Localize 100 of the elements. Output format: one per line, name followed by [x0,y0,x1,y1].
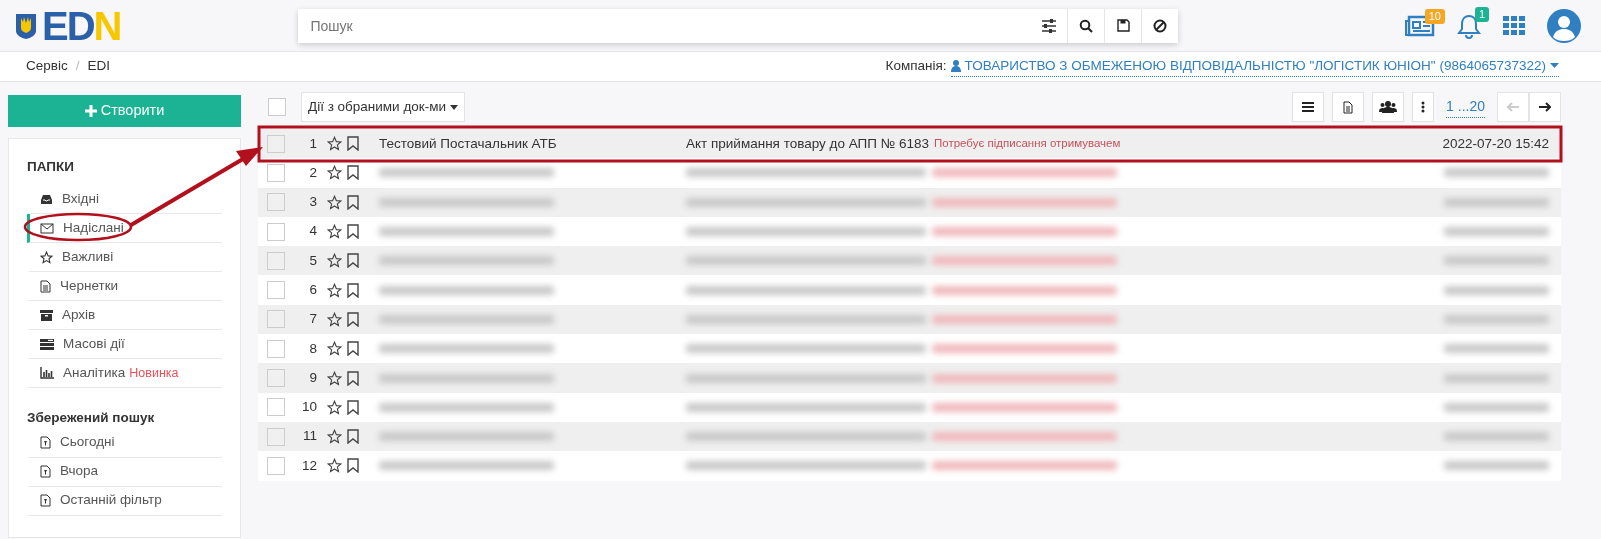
folder-item[interactable]: Важливі [27,243,222,273]
bookmark-icon[interactable] [347,399,359,415]
row-checkbox[interactable] [267,134,285,153]
search-button[interactable] [1067,8,1105,43]
bookmark-icon[interactable] [347,282,359,298]
caret-icon [1550,63,1559,69]
apps-grid-icon[interactable] [1503,15,1525,36]
star-icon[interactable] [327,136,342,152]
folder-label: Масові дії [63,335,125,354]
row-number: 8 [308,339,317,358]
row-number: 7 [308,310,317,329]
star-icon[interactable] [327,341,342,357]
saved-search-item[interactable]: Останній фільтр [27,486,222,516]
arrow-left-icon [1507,102,1519,112]
saved-search-label: Вчора [60,462,99,481]
star-icon[interactable] [327,399,342,415]
bookmark-icon[interactable] [347,165,359,181]
star-icon[interactable] [327,165,342,181]
sender-name: Тестовий Постачальник АТБ [379,134,558,153]
bookmark-icon[interactable] [347,136,359,152]
bookmark-icon[interactable] [347,194,359,210]
document-button[interactable] [1332,92,1365,122]
folder-item[interactable]: Масові дії [27,330,222,360]
saved-search-item[interactable]: Сьогодні [27,428,222,458]
users-button[interactable] [1372,92,1405,122]
star-icon[interactable] [327,224,342,240]
folder-item[interactable]: Аналітика Новинка [27,359,222,389]
row-number: 11 [302,427,317,446]
row-number: 2 [308,163,317,182]
row-checkbox[interactable] [267,310,285,329]
document-title: Акт приймання товару до АПП № 6183 [686,134,929,153]
star-icon[interactable] [327,282,342,298]
search-bar[interactable]: Пошук [298,8,1179,43]
bookmark-icon[interactable] [347,224,359,240]
row-checkbox[interactable] [267,427,285,446]
star-icon[interactable] [327,458,342,474]
bookmark-icon[interactable] [347,311,359,327]
save-button[interactable] [1104,8,1142,43]
row-checkbox[interactable] [267,193,285,212]
row-checkbox[interactable] [267,339,285,358]
bookmark-icon[interactable] [347,341,359,357]
next-page-button[interactable] [1529,92,1561,122]
saved-search-item[interactable]: Вчора [27,457,222,487]
bulk-actions-dropdown[interactable]: Дії з обраними док-ми [301,92,466,122]
user-avatar-icon[interactable] [1547,8,1581,43]
row-checkbox[interactable] [267,369,285,387]
star-icon[interactable] [327,253,342,269]
row-checkbox[interactable] [267,222,285,241]
envelope-icon [40,222,54,234]
row-checkbox[interactable] [267,456,285,475]
archive-icon [40,309,53,321]
star-icon[interactable] [327,194,342,210]
search-icon [1079,18,1094,33]
select-all-checkbox[interactable] [268,98,286,116]
search-field[interactable]: Пошук [298,8,1031,43]
row-checkbox[interactable] [267,398,285,417]
menu-icon [1302,102,1315,112]
document-icon [40,279,51,293]
status-label: Потребує підписання отримувачем [934,136,1121,151]
bookmark-icon[interactable] [347,458,359,474]
row-number: 6 [308,281,317,299]
folder-label: Архів [62,306,96,325]
bar-chart-icon [40,367,54,380]
breadcrumb-current: EDI [87,57,110,76]
star-icon[interactable] [327,370,342,386]
bookmark-icon[interactable] [347,253,359,269]
row-checkbox[interactable] [267,251,285,270]
count-badge: 10 [1424,8,1445,24]
company-selector[interactable]: ТОВАРИСТВО З ОБМЕЖЕНОЮ ВІДПОВІДАЛЬНІСТЮ "ЛОГІСТИК ЮНІОН" (9864065737322) [950,55,1559,78]
folder-item[interactable]: Надіслані [27,214,222,244]
folder-label: Вхідні [62,190,99,209]
row-number: 9 [308,368,317,387]
folder-label: Аналітика [63,364,126,383]
breadcrumb-link[interactable]: Сервіс [26,56,68,77]
saved-search-label: Сьогодні [60,433,115,452]
star-icon[interactable] [327,311,342,327]
page-range[interactable]: 1 ...20 [1446,96,1485,118]
coat-of-arms-icon [14,11,38,40]
bookmark-icon[interactable] [347,370,359,386]
bell-icon[interactable] [1457,12,1481,39]
folder-item[interactable]: Чернетки [27,272,222,302]
saved-search-label: Останній фільтр [60,491,162,510]
folder-item[interactable]: Архів [27,301,222,331]
folder-label: Чернетки [60,277,119,296]
plus-icon [84,105,97,117]
date-time: 2022-07-20 15:42 [1442,134,1549,153]
row-number: 5 [308,251,317,270]
bookmark-icon[interactable] [347,429,359,445]
logo[interactable]: EDN [42,5,121,46]
stack-icon [40,338,54,350]
caret-icon [450,104,459,110]
row-number: 12 [300,456,317,475]
list-view-button[interactable] [1292,92,1325,122]
row-checkbox[interactable] [267,281,285,300]
clear-button[interactable] [1141,8,1179,43]
arrow-right-icon [1539,102,1551,112]
star-icon[interactable] [327,429,342,445]
folder-item[interactable]: Вхідні [27,185,222,215]
filter-settings-icon[interactable] [1030,8,1068,43]
row-checkbox[interactable] [267,163,285,182]
